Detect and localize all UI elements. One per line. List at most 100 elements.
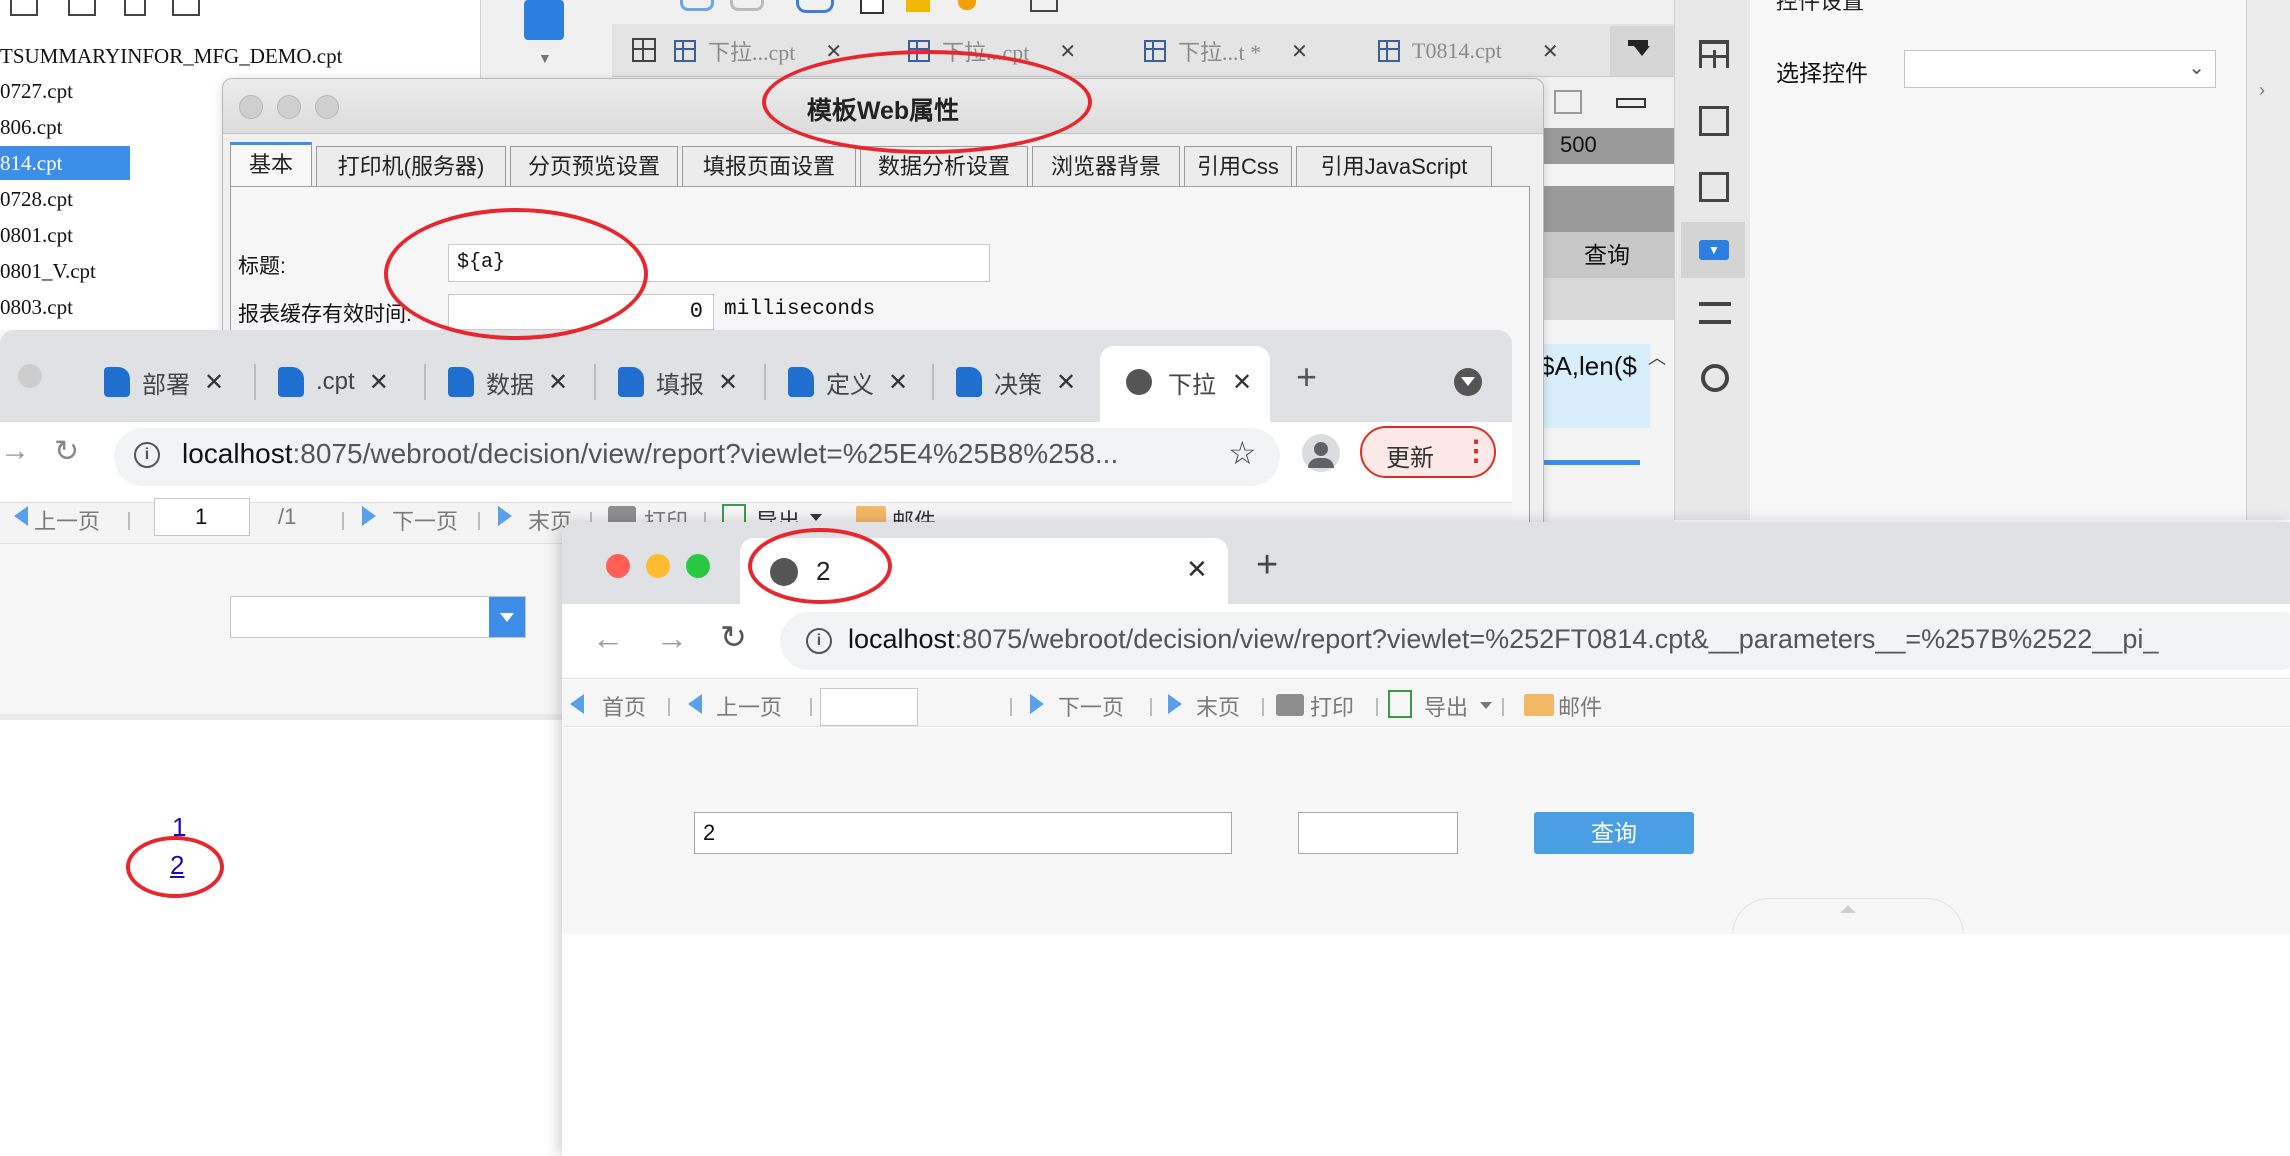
prev-page-button[interactable]: 上一页 bbox=[34, 504, 100, 536]
reload-icon[interactable]: ↻ bbox=[54, 434, 79, 469]
tab-deploy[interactable]: 部署 ✕ bbox=[104, 344, 224, 420]
reload-icon[interactable]: ↻ bbox=[720, 618, 747, 656]
tab-search-icon[interactable] bbox=[1454, 368, 1482, 396]
parameter-input-2[interactable] bbox=[1298, 812, 1458, 854]
url-text[interactable]: localhost:8075/webroot/decision/view/rep… bbox=[848, 624, 2158, 655]
next-page-icon[interactable] bbox=[362, 506, 376, 526]
close-icon[interactable]: ✕ bbox=[718, 368, 738, 397]
tab-printer-server[interactable]: 打印机(服务器) bbox=[316, 146, 506, 186]
window-minimize-button[interactable] bbox=[646, 554, 670, 578]
bookmark-star-icon[interactable]: ☆ bbox=[1228, 434, 1257, 472]
tab-basic[interactable]: 基本 bbox=[230, 142, 312, 186]
file-item-selected[interactable]: 814.cpt bbox=[0, 146, 130, 180]
forward-icon[interactable]: → bbox=[0, 434, 30, 468]
tab-css[interactable]: 引用Css bbox=[1184, 146, 1292, 186]
file-item[interactable]: 0801_V.cpt bbox=[0, 254, 130, 288]
last-page-button[interactable]: 末页 bbox=[1196, 690, 1240, 722]
select-widget-dropdown[interactable]: ⌄ bbox=[1904, 50, 2216, 88]
tab-dropdown[interactable]: 下拉 ✕ bbox=[1126, 344, 1252, 420]
last-page-icon[interactable] bbox=[1168, 694, 1182, 714]
tab-fill[interactable]: 填报 ✕ bbox=[618, 344, 738, 420]
close-icon[interactable]: ✕ bbox=[548, 368, 568, 397]
profile-avatar[interactable] bbox=[1302, 434, 1340, 472]
update-button[interactable]: 更新 ⋮ bbox=[1360, 426, 1496, 478]
tab-designer-3[interactable]: 下拉...t * ✕ bbox=[1144, 28, 1308, 74]
query-button[interactable]: 查询 bbox=[1534, 812, 1694, 854]
mail-icon[interactable] bbox=[1524, 694, 1554, 716]
file-item[interactable]: 0801.cpt bbox=[0, 218, 130, 252]
new-file-icon[interactable] bbox=[10, 0, 38, 16]
tab-javascript[interactable]: 引用JavaScript bbox=[1296, 146, 1492, 186]
prev-page-button[interactable]: 上一页 bbox=[716, 690, 782, 722]
close-icon[interactable]: ✕ bbox=[1056, 368, 1076, 397]
close-icon[interactable]: ✕ bbox=[1542, 39, 1559, 64]
tab-browser-background[interactable]: 浏览器背景 bbox=[1032, 146, 1180, 186]
file-item[interactable]: 806.cpt bbox=[0, 110, 130, 144]
save-icon[interactable] bbox=[68, 0, 96, 16]
first-page-icon[interactable] bbox=[14, 506, 28, 526]
tab-define[interactable]: 定义 ✕ bbox=[788, 344, 908, 420]
paste-icon[interactable] bbox=[906, 0, 930, 12]
page-input[interactable] bbox=[820, 688, 918, 726]
parameter-input[interactable]: 2 bbox=[694, 812, 1232, 854]
prev-page-icon[interactable] bbox=[688, 694, 702, 714]
layout-icon[interactable] bbox=[1699, 40, 1729, 68]
widget-settings-icon[interactable]: ▼ bbox=[1681, 222, 1745, 278]
tab-data[interactable]: 数据 ✕ bbox=[448, 344, 568, 420]
chevron-down-icon[interactable]: ▼ bbox=[538, 50, 552, 66]
file-item[interactable]: 0727.cpt bbox=[0, 74, 130, 108]
undo-icon[interactable] bbox=[680, 0, 714, 11]
copy-icon[interactable] bbox=[172, 0, 200, 16]
preview-icon[interactable] bbox=[524, 0, 564, 40]
close-icon[interactable]: ✕ bbox=[1186, 554, 1208, 585]
redo-icon[interactable] bbox=[730, 0, 764, 11]
next-page-icon[interactable] bbox=[1030, 694, 1044, 714]
back-icon[interactable]: ← bbox=[592, 620, 624, 657]
close-icon[interactable]: ✕ bbox=[1059, 39, 1076, 64]
search-icon[interactable] bbox=[1030, 0, 1058, 12]
close-icon[interactable]: ✕ bbox=[1291, 39, 1308, 64]
tab-fill-page[interactable]: 填报页面设置 bbox=[682, 146, 856, 186]
tab-pagination-preview[interactable]: 分页预览设置 bbox=[510, 146, 678, 186]
window-zoom-button[interactable] bbox=[686, 554, 710, 578]
file-item[interactable]: TSUMMARYINFOR_MFG_DEMO.cpt bbox=[0, 39, 400, 73]
collapse-handle[interactable] bbox=[1732, 898, 1964, 935]
tab-list-icon[interactable] bbox=[1610, 26, 1674, 76]
file-item[interactable]: 0803.cpt bbox=[0, 290, 130, 324]
close-icon[interactable]: ✕ bbox=[369, 368, 389, 397]
forward-icon[interactable]: → bbox=[656, 620, 688, 657]
export-icon[interactable] bbox=[1388, 690, 1412, 718]
frame-icon[interactable] bbox=[1699, 172, 1729, 202]
expand-icon[interactable]: › bbox=[2259, 80, 2265, 101]
next-page-button[interactable]: 下一页 bbox=[1058, 690, 1124, 722]
grid-icon[interactable] bbox=[632, 38, 656, 62]
tab-decision[interactable]: 决策 ✕ bbox=[956, 344, 1076, 420]
mail-button[interactable]: 邮件 bbox=[1558, 690, 1602, 722]
print-button[interactable]: 打印 bbox=[1310, 690, 1354, 722]
brush-icon[interactable] bbox=[958, 0, 976, 10]
table-icon[interactable] bbox=[1554, 90, 1582, 114]
textbox-icon[interactable] bbox=[1616, 98, 1646, 108]
tab-cpt[interactable]: .cpt ✕ bbox=[278, 344, 389, 420]
cut-icon[interactable] bbox=[796, 0, 834, 13]
copy-format-icon[interactable] bbox=[860, 0, 884, 14]
new-tab-button[interactable]: + bbox=[1256, 544, 1278, 587]
url-text[interactable]: localhost:8075/webroot/decision/view/rep… bbox=[182, 438, 1118, 470]
next-page-button[interactable]: 下一页 bbox=[392, 504, 458, 536]
window-control[interactable] bbox=[18, 364, 42, 388]
combo-arrow-icon[interactable] bbox=[489, 597, 525, 637]
condition-icon[interactable] bbox=[1699, 302, 1731, 324]
tab-designer-4[interactable]: T0814.cpt ✕ bbox=[1378, 28, 1559, 74]
new-tab-button[interactable]: + bbox=[1296, 356, 1317, 398]
first-page-icon[interactable] bbox=[570, 694, 584, 714]
scroll-up-icon[interactable]: ︿ bbox=[1648, 344, 1666, 370]
close-icon[interactable]: ✕ bbox=[1232, 368, 1252, 397]
delete-icon[interactable] bbox=[124, 0, 146, 16]
export-button[interactable]: 导出 bbox=[1424, 690, 1468, 722]
close-icon[interactable]: ✕ bbox=[888, 368, 908, 397]
caret-down-icon[interactable] bbox=[1480, 702, 1492, 709]
last-page-icon[interactable] bbox=[498, 506, 512, 526]
dropdown-combo[interactable] bbox=[230, 596, 526, 638]
close-icon[interactable]: ✕ bbox=[204, 368, 224, 397]
first-page-button[interactable]: 首页 bbox=[602, 690, 646, 722]
